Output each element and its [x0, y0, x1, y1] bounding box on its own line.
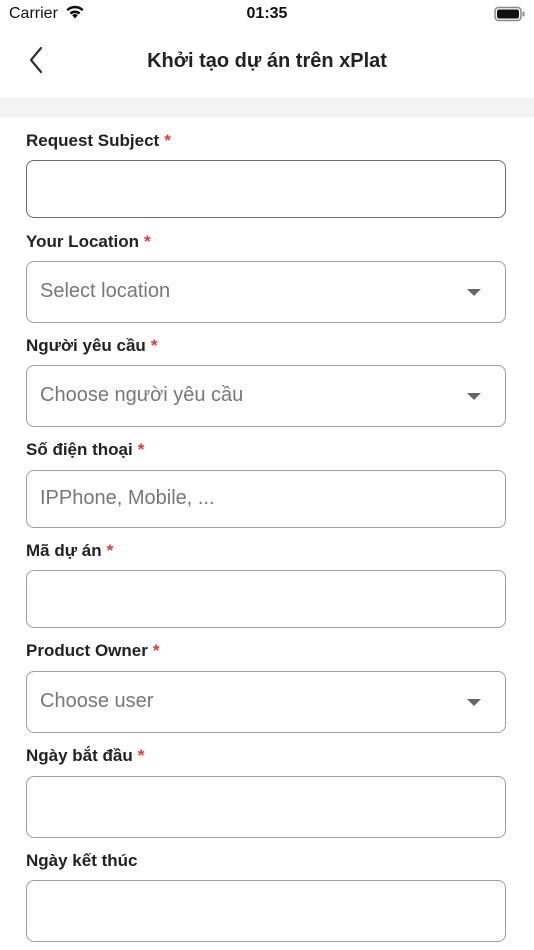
navigation-bar: Khởi tạo dự án trên xPlat [0, 30, 534, 98]
status-bar: Carrier 01:35 [0, 0, 534, 30]
field-label-text: Ngày kết thúc [26, 851, 138, 870]
required-marker: * [144, 232, 151, 251]
required-marker: * [106, 541, 114, 560]
requester-label: Người yêu cầu * [26, 336, 508, 356]
location-select[interactable]: Select location [26, 261, 506, 323]
requester-select[interactable]: Choose người yêu cầu [26, 365, 506, 427]
section-divider [0, 98, 534, 117]
chevron-down-icon [467, 289, 481, 296]
page-title: Khởi tạo dự án trên xPlat [147, 50, 387, 72]
phone-field: Số điện thoại * IPPhone, Mobile, ... [26, 440, 508, 528]
chevron-down-icon [467, 699, 481, 706]
request-subject-label: Request Subject * [26, 131, 508, 151]
product-owner-field: Product Owner * Choose user [26, 641, 508, 733]
product-owner-select[interactable]: Choose user [26, 671, 506, 733]
status-time: 01:35 [246, 5, 288, 22]
battery-icon [494, 6, 526, 27]
phone-input[interactable]: IPPhone, Mobile, ... [26, 470, 506, 528]
location-field: Your Location * Select location [26, 232, 508, 323]
end-date-field: Ngày kết thúc [26, 851, 508, 942]
required-marker: * [150, 336, 158, 355]
product-owner-placeholder: Choose user [40, 690, 154, 712]
field-label-text: Số điện thoại [26, 440, 133, 459]
start-date-input[interactable] [26, 776, 506, 838]
start-date-field: Ngày bắt đầu * [26, 746, 508, 838]
requester-placeholder: Choose người yêu cầu [40, 384, 244, 406]
phone-placeholder: IPPhone, Mobile, ... [40, 487, 215, 509]
requester-field: Người yêu cầu * Choose người yêu cầu [26, 336, 508, 427]
field-label-text: Người yêu cầu [26, 336, 146, 355]
required-marker: * [152, 641, 160, 660]
location-label: Your Location * [26, 232, 508, 252]
project-code-input[interactable] [26, 570, 506, 628]
location-placeholder: Select location [40, 280, 171, 302]
request-subject-input[interactable] [26, 160, 506, 218]
start-date-label: Ngày bắt đầu * [26, 746, 508, 766]
field-label-text: Mã dự án [26, 541, 102, 560]
product-owner-label: Product Owner * [26, 641, 508, 661]
end-date-label: Ngày kết thúc [26, 851, 508, 871]
field-label-text: Ngày bắt đầu [26, 746, 133, 765]
end-date-input[interactable] [26, 880, 506, 942]
project-code-field: Mã dự án * [26, 541, 508, 628]
required-marker: * [137, 440, 145, 459]
field-label-text: Request Subject [26, 131, 160, 150]
request-subject-field: Request Subject * [26, 131, 508, 218]
project-code-label: Mã dự án * [26, 541, 508, 561]
field-label-text: Product Owner [26, 641, 148, 660]
required-marker: * [164, 131, 171, 150]
field-label-text: Your Location [26, 232, 140, 251]
chevron-down-icon [467, 393, 481, 400]
phone-label: Số điện thoại * [26, 440, 508, 460]
required-marker: * [137, 746, 145, 765]
